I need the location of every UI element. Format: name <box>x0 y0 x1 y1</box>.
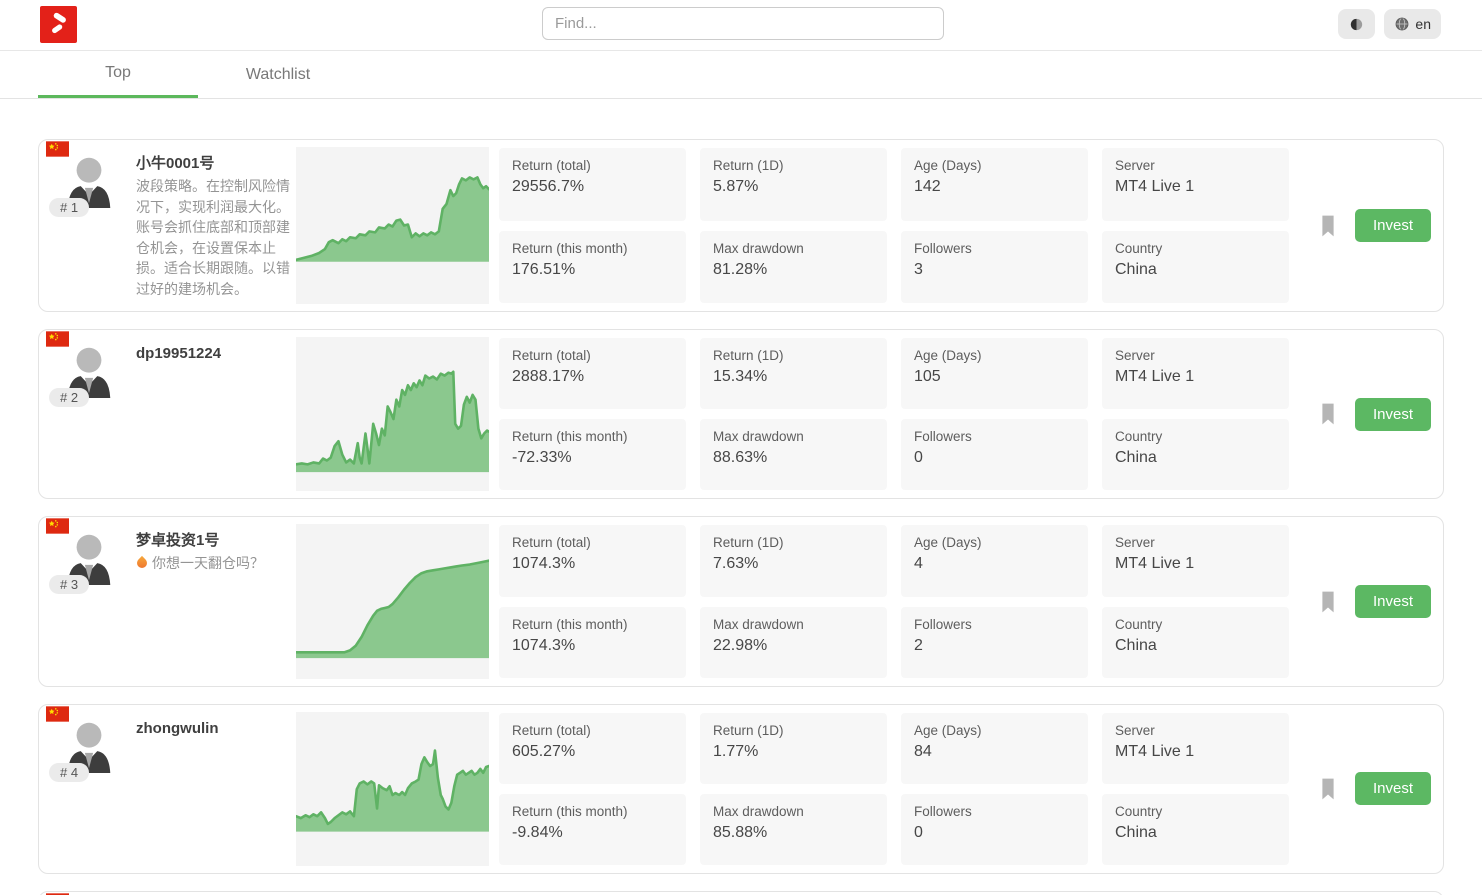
fire-icon <box>135 556 149 570</box>
flag-china-icon <box>46 706 69 722</box>
stat-return-1d: Return (1D)1.77% <box>700 713 887 784</box>
stat-return-total: Return (total)605.27% <box>499 713 686 784</box>
trader-description: 波段策略。在控制风险情况下，实现利润最大化。账号会抓住底部和顶部建仓机会，在设置… <box>136 176 294 299</box>
equity-sparkline <box>296 705 489 873</box>
flag-china-icon <box>46 331 69 347</box>
bookmark-icon[interactable] <box>1320 778 1336 800</box>
stat-return-1d: Return (1D)7.63% <box>700 525 887 596</box>
bookmark-icon[interactable] <box>1320 403 1336 425</box>
trader-identity: # 1 小牛0001号 波段策略。在控制风险情况下，实现利润最大化。账号会抓住底… <box>39 140 296 311</box>
trader-card[interactable]: # 5 汇市杰西（稳健仓位） 顺势波段交易策略 Return (total)58… <box>38 891 1444 895</box>
stat-return-1d: Return (1D)15.34% <box>700 338 887 409</box>
stat-age-days: Age (Days)4 <box>901 525 1088 596</box>
trader-name: dp19951224 <box>136 343 294 364</box>
stat-return-total: Return (total)2888.17% <box>499 338 686 409</box>
rank-badge: # 4 <box>49 763 89 782</box>
flag-china-icon <box>46 518 69 534</box>
stat-age-days: Age (Days)142 <box>901 148 1088 221</box>
trader-identity: # 2 dp19951224 <box>39 330 296 498</box>
globe-icon <box>1394 16 1410 32</box>
stat-return-total: Return (total)1074.3% <box>499 525 686 596</box>
invest-button[interactable]: Invest <box>1355 585 1431 618</box>
stat-followers: Followers3 <box>901 231 1088 304</box>
trader-card[interactable]: # 2 dp19951224 Return (total)2888.17% Re… <box>38 329 1444 499</box>
stat-server: ServerMT4 Live 1 <box>1102 525 1289 596</box>
stats-grid: Return (total)29556.7% Return (1D)5.87% … <box>489 140 1289 311</box>
rank-badge: # 3 <box>49 575 89 594</box>
stat-server: ServerMT4 Live 1 <box>1102 713 1289 784</box>
rank-badge: # 1 <box>49 198 89 217</box>
stat-age-days: Age (Days)84 <box>901 713 1088 784</box>
equity-sparkline <box>296 330 489 498</box>
trader-name: 小牛0001号 <box>136 153 294 174</box>
trader-card[interactable]: # 4 zhongwulin Return (total)605.27% Ret… <box>38 704 1444 874</box>
stat-max-drawdown: Max drawdown22.98% <box>700 607 887 678</box>
trader-name: 梦卓投资1号 <box>136 530 294 551</box>
stat-country: CountryChina <box>1102 607 1289 678</box>
trader-card[interactable]: # 1 小牛0001号 波段策略。在控制风险情况下，实现利润最大化。账号会抓住底… <box>38 139 1444 312</box>
stat-return-1d: Return (1D)5.87% <box>700 148 887 221</box>
stat-country: CountryChina <box>1102 794 1289 865</box>
stat-return-total: Return (total)29556.7% <box>499 148 686 221</box>
stat-country: CountryChina <box>1102 231 1289 304</box>
stat-return-month: Return (this month)-72.33% <box>499 419 686 490</box>
invest-button[interactable]: Invest <box>1355 772 1431 805</box>
trader-identity: # 4 zhongwulin <box>39 705 296 873</box>
tab-bar: Top Watchlist <box>0 51 1482 99</box>
search-container <box>542 7 944 40</box>
stat-max-drawdown: Max drawdown88.63% <box>700 419 887 490</box>
trader-list: # 1 小牛0001号 波段策略。在控制风险情况下，实现利润最大化。账号会抓住底… <box>0 99 1482 895</box>
stat-country: CountryChina <box>1102 419 1289 490</box>
flag-china-icon <box>46 141 69 157</box>
stat-max-drawdown: Max drawdown81.28% <box>700 231 887 304</box>
stat-return-month: Return (this month)-9.84% <box>499 794 686 865</box>
tab-watchlist[interactable]: Watchlist <box>198 51 358 98</box>
stat-server: ServerMT4 Live 1 <box>1102 338 1289 409</box>
app-logo-icon[interactable] <box>40 6 77 43</box>
trader-identity: # 3 梦卓投资1号 你想一天翻仓吗？ <box>39 517 296 685</box>
stat-age-days: Age (Days)105 <box>901 338 1088 409</box>
stat-return-month: Return (this month)1074.3% <box>499 607 686 678</box>
bookmark-icon[interactable] <box>1320 215 1336 237</box>
language-button[interactable]: en <box>1384 9 1441 39</box>
equity-sparkline <box>296 517 489 685</box>
app-header: en <box>0 0 1482 51</box>
tab-top[interactable]: Top <box>38 51 198 98</box>
contrast-icon <box>1348 16 1365 33</box>
stat-followers: Followers0 <box>901 794 1088 865</box>
stat-max-drawdown: Max drawdown85.88% <box>700 794 887 865</box>
invest-button[interactable]: Invest <box>1355 209 1431 242</box>
equity-sparkline <box>296 140 489 311</box>
trader-card[interactable]: # 3 梦卓投资1号 你想一天翻仓吗？ Return (total)1074.3… <box>38 516 1444 686</box>
trader-name: zhongwulin <box>136 718 294 739</box>
stat-server: ServerMT4 Live 1 <box>1102 148 1289 221</box>
language-label: en <box>1415 16 1431 32</box>
rank-badge: # 2 <box>49 388 89 407</box>
bookmark-icon[interactable] <box>1320 591 1336 613</box>
search-input[interactable] <box>542 7 944 40</box>
trader-description: 你想一天翻仓吗？ <box>136 553 294 574</box>
stats-grid: Return (total)1074.3% Return (1D)7.63% A… <box>489 517 1289 685</box>
invest-button[interactable]: Invest <box>1355 398 1431 431</box>
stat-followers: Followers0 <box>901 419 1088 490</box>
stat-return-month: Return (this month)176.51% <box>499 231 686 304</box>
stats-grid: Return (total)2888.17% Return (1D)15.34%… <box>489 330 1289 498</box>
stat-followers: Followers2 <box>901 607 1088 678</box>
theme-toggle-button[interactable] <box>1338 9 1375 39</box>
stats-grid: Return (total)605.27% Return (1D)1.77% A… <box>489 705 1289 873</box>
